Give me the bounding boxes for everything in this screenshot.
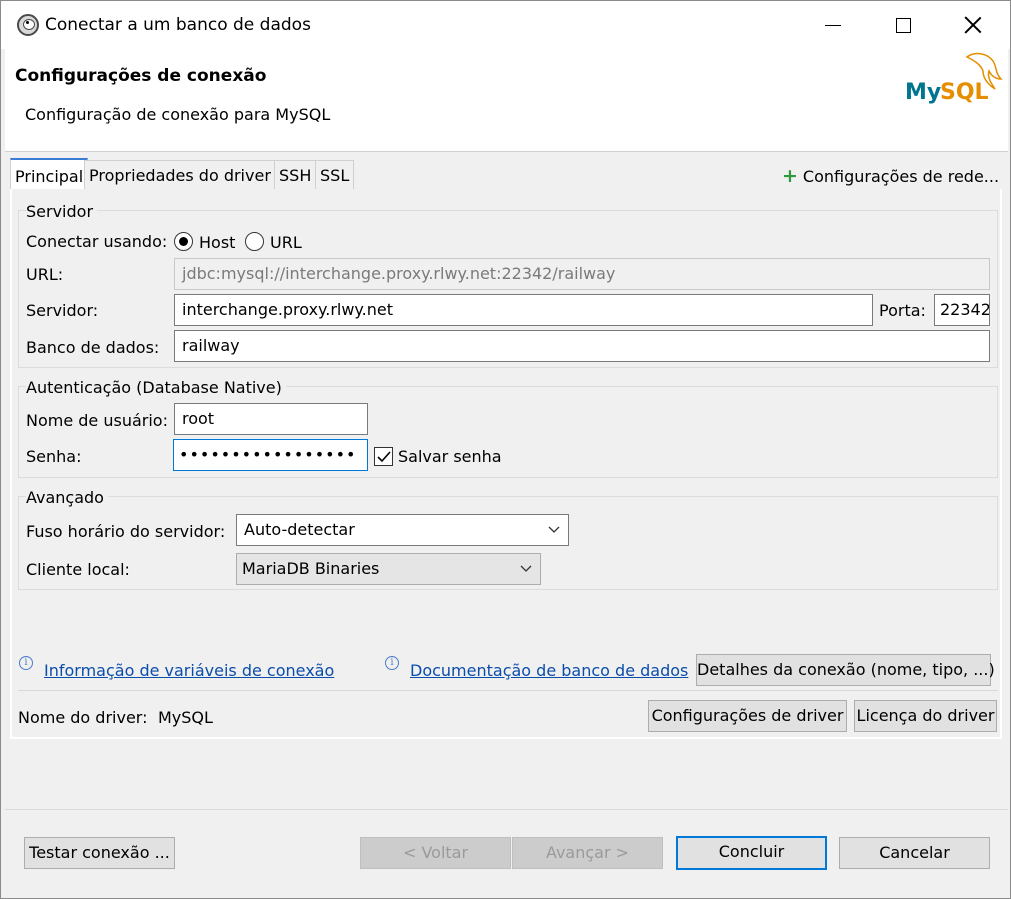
footer-divider — [5, 809, 1008, 810]
principal-tab-panel: Servidor Conectar usando: Host URL URL: … — [10, 189, 1002, 739]
tab-principal[interactable]: Principal — [10, 158, 89, 191]
password-label: Senha: — [26, 447, 82, 466]
password-field[interactable]: ••••••••••••••••• — [173, 439, 368, 471]
tab-ssh[interactable]: SSH — [274, 160, 317, 190]
radio-url-label: URL — [270, 233, 302, 252]
test-connection-button[interactable]: Testar conexão ... — [24, 837, 175, 869]
url-field: jdbc:mysql://interchange.proxy.rlwy.net:… — [174, 258, 990, 290]
variables-info-link[interactable]: Informação de variáveis de conexão — [44, 661, 334, 680]
cancel-button[interactable]: Cancelar — [839, 837, 990, 869]
timezone-select[interactable]: Auto-detectar — [236, 514, 569, 546]
username-label: Nome de usuário: — [26, 411, 168, 430]
port-label: Porta: — [879, 301, 926, 320]
save-password-checkbox[interactable] — [374, 447, 393, 466]
divider — [18, 690, 998, 691]
mysql-logo: My SQL — [905, 52, 1003, 105]
db-docs-link[interactable]: Documentação de banco de dados — [410, 661, 688, 680]
info-icon: i — [19, 656, 33, 670]
wizard-header: Configurações de conexão Configuração de… — [5, 49, 1008, 151]
local-client-label: Cliente local: — [26, 560, 130, 579]
chevron-down-icon — [548, 526, 560, 533]
local-client-value: MariaDB Binaries — [242, 559, 380, 578]
username-field[interactable]: root — [174, 403, 368, 435]
tab-ssl[interactable]: SSL — [315, 160, 355, 190]
network-config-link[interactable]: + Configurações de rede... — [782, 165, 999, 187]
svg-text:My: My — [905, 80, 941, 105]
connect-using-label: Conectar usando: — [26, 232, 168, 251]
close-icon — [964, 16, 982, 34]
driver-settings-button[interactable]: Configurações de driver — [648, 700, 847, 732]
radio-host[interactable]: Host — [174, 232, 235, 252]
tab-driver-properties[interactable]: Propriedades do driver — [84, 160, 276, 190]
save-password-label[interactable]: Salvar senha — [398, 447, 502, 466]
driver-name-label: Nome do driver: — [18, 708, 148, 727]
window-title: Conectar a um banco de dados — [45, 15, 311, 35]
check-icon — [377, 451, 391, 463]
minimize-icon — [825, 24, 841, 26]
url-label: URL: — [26, 265, 64, 284]
auth-group-title: Autenticação (Database Native) — [26, 378, 286, 397]
database-field[interactable]: railway — [174, 330, 990, 362]
page-title: Configurações de conexão — [15, 66, 267, 86]
tab-bar: Principal Propriedades do driver SSH SSL… — [5, 151, 1008, 191]
title-bar: Conectar a um banco de dados — [1, 1, 1010, 49]
connection-details-button[interactable]: Detalhes da conexão (nome, tipo, ...) — [696, 654, 995, 686]
plus-icon: + — [782, 165, 798, 187]
auth-group — [18, 386, 998, 478]
svg-text:SQL: SQL — [940, 80, 989, 105]
radio-host-label: Host — [199, 233, 236, 252]
driver-name-value: MySQL — [158, 708, 213, 727]
chevron-down-icon — [520, 565, 532, 572]
next-button[interactable]: Avançar > — [512, 837, 663, 869]
port-field[interactable]: 22342 — [934, 294, 990, 326]
radio-url-icon — [245, 232, 264, 251]
radio-host-icon — [174, 232, 193, 251]
timezone-value: Auto-detectar — [244, 520, 355, 539]
page-subtitle: Configuração de conexão para MySQL — [25, 105, 331, 124]
host-label: Servidor: — [26, 301, 99, 320]
radio-url[interactable]: URL — [245, 232, 302, 252]
close-button[interactable] — [938, 1, 1008, 49]
advanced-group-title: Avançado — [26, 488, 108, 507]
maximize-icon — [895, 17, 911, 33]
back-button[interactable]: < Voltar — [360, 837, 511, 869]
maximize-button[interactable] — [868, 1, 938, 49]
server-group-title: Servidor — [26, 202, 98, 221]
finish-button[interactable]: Concluir — [676, 836, 827, 870]
driver-license-button[interactable]: Licença do driver — [854, 700, 997, 732]
minimize-button[interactable] — [798, 1, 868, 49]
local-client-select[interactable]: MariaDB Binaries — [236, 553, 541, 585]
dbeaver-app-icon — [17, 14, 39, 36]
host-field[interactable]: interchange.proxy.rlwy.net — [174, 294, 873, 326]
database-label: Banco de dados: — [26, 338, 160, 357]
info-icon: i — [385, 656, 399, 670]
network-config-label: Configurações de rede... — [802, 167, 1000, 186]
timezone-label: Fuso horário do servidor: — [26, 522, 226, 541]
dialog-window: Conectar a um banco de dados Configuraçõ… — [0, 0, 1011, 899]
